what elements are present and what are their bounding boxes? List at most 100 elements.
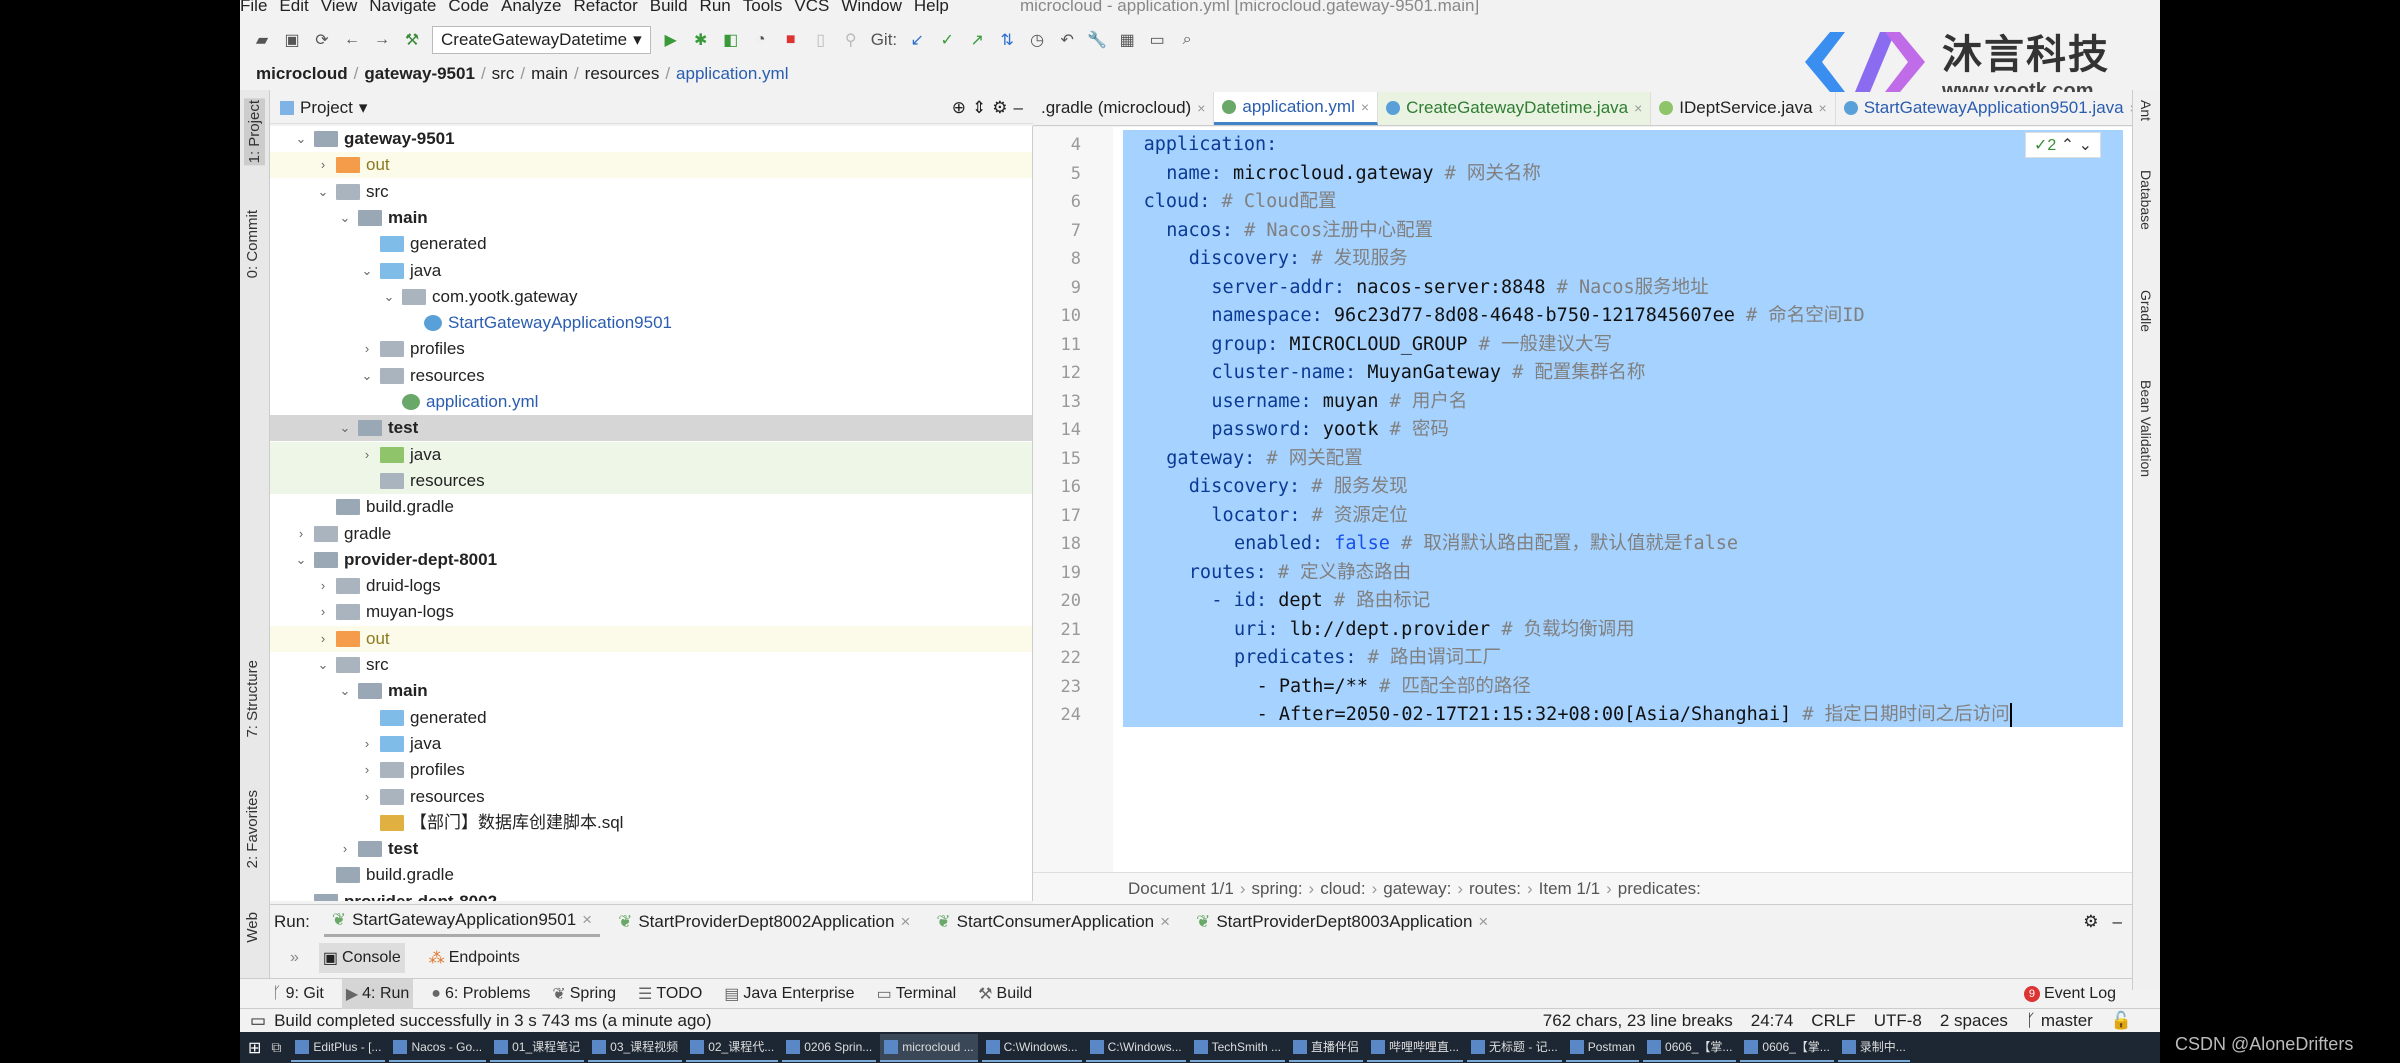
- tool-tab-web[interactable]: Web: [244, 912, 261, 943]
- run-tab[interactable]: ❦ StartProviderDept8002Application ×: [610, 907, 918, 937]
- tool-window-button[interactable]: ☰ TODO: [634, 979, 706, 1009]
- tree-item[interactable]: › out: [270, 152, 1032, 179]
- close-icon[interactable]: ×: [2130, 100, 2132, 116]
- taskbar-item[interactable]: 01_课程笔记: [490, 1034, 585, 1062]
- forward-icon[interactable]: →: [372, 30, 392, 50]
- tree-item[interactable]: build.gradle: [270, 862, 1032, 888]
- chevron-down-icon[interactable]: ⌄: [292, 889, 310, 901]
- code-editor[interactable]: application: name: microcloud.gateway # 网…: [1113, 127, 2132, 872]
- line-separator[interactable]: CRLF: [1811, 1011, 1855, 1031]
- search-icon[interactable]: ⌕: [1177, 30, 1197, 50]
- hide-icon[interactable]: –: [1014, 98, 1023, 118]
- tree-item[interactable]: ⌄ provider-dept-8002: [270, 889, 1032, 901]
- chevron-down-icon[interactable]: ▾: [359, 98, 368, 118]
- back-icon[interactable]: ←: [342, 30, 362, 50]
- taskbar-item[interactable]: 03_课程视频: [588, 1034, 683, 1062]
- chevron-down-icon[interactable]: ⌄: [292, 547, 310, 573]
- tool-window-button[interactable]: ▶ 4: Run: [341, 978, 414, 1009]
- chevron-right-icon[interactable]: ›: [358, 757, 376, 783]
- terminal-icon[interactable]: ▭: [1147, 30, 1167, 50]
- project-structure-icon[interactable]: ▦: [1117, 30, 1137, 50]
- menu-window[interactable]: Window: [841, 0, 901, 14]
- taskbar-item[interactable]: 无标题 - 记...: [1467, 1034, 1562, 1062]
- taskbar-item[interactable]: 录制中...: [1837, 1034, 1910, 1062]
- git-update-icon[interactable]: ↙: [907, 30, 927, 50]
- tool-window-button[interactable]: ❦ Spring: [548, 979, 620, 1009]
- chevron-down-icon[interactable]: ⌄: [380, 284, 398, 310]
- tree-item[interactable]: › gradle: [270, 521, 1032, 547]
- menu-tools[interactable]: Tools: [743, 0, 783, 14]
- tree-item[interactable]: ⌄ resources: [270, 363, 1032, 389]
- project-view-select[interactable]: Project: [300, 98, 353, 118]
- expand-icon[interactable]: »: [290, 949, 299, 967]
- close-icon[interactable]: ×: [1819, 100, 1827, 116]
- build-icon[interactable]: ⚒: [402, 30, 422, 50]
- run-tab[interactable]: ❦ StartGatewayApplication9501 ×: [323, 907, 601, 937]
- tree-item[interactable]: ⌄ main: [270, 678, 1032, 704]
- taskbar-item[interactable]: 0606_【掌...: [1740, 1034, 1834, 1062]
- open-icon[interactable]: ▰: [252, 30, 272, 50]
- taskbar-item[interactable]: 0206 Sprin...: [782, 1034, 877, 1062]
- history-icon[interactable]: ◷: [1027, 30, 1047, 50]
- menu-code[interactable]: Code: [448, 0, 489, 14]
- tool-tab-gradle[interactable]: Gradle: [2138, 290, 2154, 332]
- taskbar-item[interactable]: microcloud ...: [880, 1033, 978, 1062]
- taskbar-item[interactable]: 02_课程代...: [686, 1034, 779, 1062]
- taskbar-item[interactable]: Nacos - Go...: [389, 1034, 487, 1062]
- chevron-down-icon[interactable]: ⌄: [336, 205, 354, 231]
- yaml-breadcrumb-item[interactable]: spring:: [1252, 879, 1303, 899]
- tool-tab-structure[interactable]: 7: Structure: [244, 660, 261, 738]
- tool-window-button[interactable]: ᚴ 9: Git: [268, 979, 328, 1009]
- editor-tab[interactable]: CreateGatewayDatetime.java ×: [1378, 92, 1652, 125]
- chevron-down-icon[interactable]: ⌄: [314, 179, 332, 205]
- taskbar-item[interactable]: C:\Windows...: [981, 1034, 1082, 1062]
- yaml-breadcrumb-item[interactable]: Document 1/1: [1128, 879, 1234, 899]
- tree-item[interactable]: StartGatewayApplication9501: [270, 310, 1032, 336]
- taskbar-item[interactable]: 直播伴侣: [1288, 1034, 1363, 1062]
- breadcrumb-item[interactable]: main: [531, 64, 568, 83]
- taskbar-item[interactable]: C:\Windows...: [1085, 1034, 1186, 1062]
- task-view-icon[interactable]: ⧉: [271, 1039, 281, 1056]
- chevron-down-icon[interactable]: ⌄: [358, 258, 376, 284]
- yaml-breadcrumb-item[interactable]: predicates:: [1618, 879, 1701, 899]
- yaml-breadcrumb-item[interactable]: cloud:: [1320, 879, 1365, 899]
- tree-item[interactable]: › java: [270, 731, 1032, 757]
- taskbar-item[interactable]: TechSmith ...: [1189, 1034, 1285, 1062]
- git-branch[interactable]: ᚴ master: [2026, 1011, 2093, 1031]
- yaml-breadcrumb-item[interactable]: routes:: [1469, 879, 1521, 899]
- chevron-down-icon[interactable]: ⌄: [314, 652, 332, 678]
- menu-build[interactable]: Build: [650, 0, 688, 14]
- indent[interactable]: 2 spaces: [1940, 1011, 2008, 1031]
- hide-icon[interactable]: –: [2113, 912, 2122, 932]
- sync-icon[interactable]: ⟳: [312, 30, 332, 50]
- start-icon[interactable]: ⊞: [248, 1038, 261, 1058]
- tool-window-button[interactable]: ● 6: Problems: [427, 979, 534, 1009]
- tree-item[interactable]: ⌄ src: [270, 179, 1032, 205]
- tool-tab-database[interactable]: Database: [2138, 170, 2154, 230]
- tool-tab-favorites[interactable]: 2: Favorites: [244, 790, 261, 868]
- profile-icon[interactable]: ◔: [751, 30, 771, 50]
- cursor-position[interactable]: 24:74: [1751, 1011, 1794, 1031]
- close-icon[interactable]: ×: [1197, 100, 1205, 116]
- coverage-icon[interactable]: ◧: [721, 30, 741, 50]
- tool-tab-bean-validation[interactable]: Bean Validation: [2138, 380, 2154, 477]
- tool-tab-commit[interactable]: 0: Commit: [244, 210, 261, 278]
- attach-icon[interactable]: ▯: [811, 30, 831, 50]
- endpoints-tab[interactable]: ⁂ Endpoints: [425, 943, 524, 973]
- close-icon[interactable]: ×: [1160, 912, 1170, 932]
- close-icon[interactable]: ×: [582, 910, 592, 930]
- tool-window-button[interactable]: ⚒ Build: [974, 979, 1036, 1009]
- settings-wrench-icon[interactable]: 🔧: [1087, 30, 1107, 50]
- menu-view[interactable]: View: [321, 0, 358, 14]
- chevron-right-icon[interactable]: ›: [292, 521, 310, 547]
- yaml-breadcrumb-item[interactable]: gateway:: [1383, 879, 1451, 899]
- close-icon[interactable]: ×: [1361, 99, 1369, 115]
- menu-vcs[interactable]: VCS: [794, 0, 829, 14]
- chevron-up-icon[interactable]: ⌃: [2061, 137, 2074, 154]
- inspection-widget[interactable]: ✓2 ⌃ ⌄: [2025, 132, 2102, 158]
- tool-window-button[interactable]: ▤ Java Enterprise: [720, 979, 858, 1009]
- git-commit-icon[interactable]: ✓: [937, 30, 957, 50]
- run-config-select[interactable]: CreateGatewayDatetime ▾: [432, 26, 651, 54]
- editor-tab[interactable]: IDeptService.java ×: [1651, 92, 1836, 125]
- tree-item[interactable]: ⌄ java: [270, 258, 1032, 284]
